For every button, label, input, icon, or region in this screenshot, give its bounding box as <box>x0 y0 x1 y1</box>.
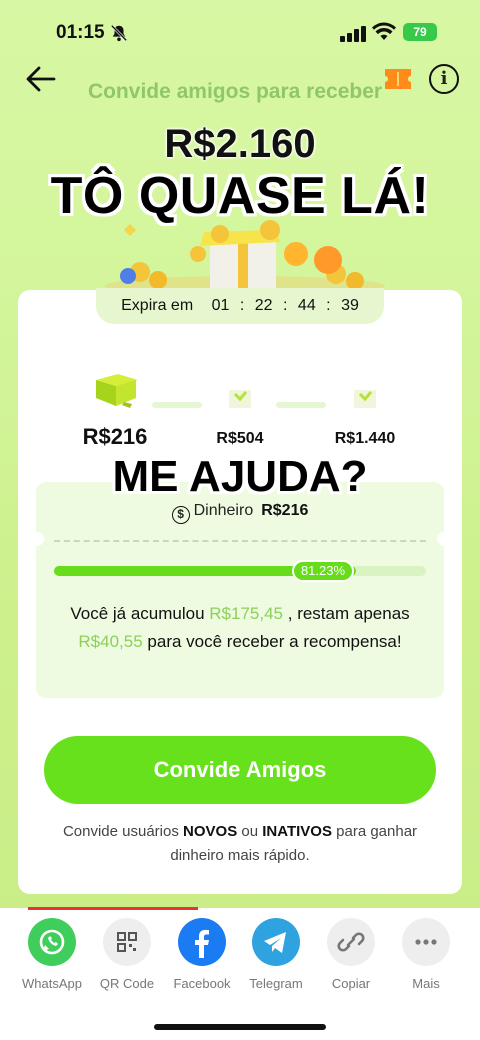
timer-minutes: 22 <box>254 297 273 314</box>
milestone-value-1: R$216 <box>82 424 148 449</box>
timer-separator: : <box>326 297 331 314</box>
dollar-coin-icon: $ <box>171 506 190 524</box>
progress-msg-prefix: Você já acumulou <box>70 604 205 623</box>
timer-centis: 39 <box>341 297 359 314</box>
share-whatsapp[interactable]: WhatsApp <box>14 918 90 991</box>
progress-badge: 81.23% <box>292 560 354 582</box>
bell-off-icon <box>110 24 128 42</box>
note-text: Convide usuários <box>62 823 179 840</box>
gift-box-illustration <box>105 220 385 294</box>
ticket-icon[interactable] <box>382 66 414 92</box>
panel-notch <box>437 532 451 546</box>
qr-code-icon <box>103 918 151 966</box>
milestone-value-2: R$504 <box>216 430 264 447</box>
share-label: Copiar <box>331 976 371 991</box>
timer-seconds: 44 <box>297 297 316 314</box>
signal-icon <box>340 26 366 42</box>
accumulated-amount: R$175,45 <box>209 604 284 623</box>
share-label: Mais <box>412 976 440 991</box>
share-facebook[interactable]: Facebook <box>164 918 240 991</box>
telegram-icon <box>252 918 300 966</box>
cash-row: $ Dinheiro R$216 <box>0 502 480 524</box>
timer-separator: : <box>239 297 245 314</box>
progress-msg-mid: , restam apenas <box>287 604 410 623</box>
progress-msg-suffix: para você receber a recompensa! <box>147 632 402 651</box>
milestone-value-3: R$1.440 <box>334 430 396 447</box>
overlay-caption: ME AJUDA? <box>112 452 368 501</box>
note-or: ou <box>241 823 259 840</box>
screen: 01:15 79 Convide amigos para receber i R… <box>0 0 480 1040</box>
expiry-label: Expira em <box>121 297 194 314</box>
milestone-connector <box>276 402 326 408</box>
page-title: Convide amigos para receber <box>87 80 383 103</box>
milestone-gift-3-icon <box>354 390 376 408</box>
share-more[interactable]: Mais <box>388 918 464 991</box>
home-indicator <box>154 1024 326 1030</box>
status-time: 01:15 <box>56 22 105 43</box>
status-bar: 01:15 79 <box>0 0 480 60</box>
red-strip <box>28 907 198 910</box>
battery-indicator: 79 <box>403 23 437 41</box>
share-copy-link[interactable]: Copiar <box>313 918 389 991</box>
back-arrow-icon[interactable] <box>24 62 58 96</box>
note-new: NOVOS <box>183 823 238 840</box>
milestone-connector <box>152 402 202 408</box>
dashed-divider <box>54 540 426 542</box>
timer-separator: : <box>283 297 288 314</box>
expiry-timer: Expira em 01 : 22 : 44 : 39 <box>96 288 384 324</box>
milestone-gift-2-icon <box>229 390 251 408</box>
remaining-amount: R$40,55 <box>78 632 143 651</box>
link-icon <box>327 918 375 966</box>
invite-friends-button[interactable]: Convide Amigos <box>44 736 436 804</box>
facebook-icon <box>178 918 226 966</box>
timer-hours: 01 <box>211 297 230 314</box>
share-label: QR Code <box>99 976 155 991</box>
share-qr-code[interactable]: QR Code <box>89 918 165 991</box>
headline-amount: R$2.160 <box>164 122 316 166</box>
share-label: Telegram <box>249 976 303 991</box>
invite-note: Convide usuários NOVOS ou INATIVOS para … <box>36 820 444 868</box>
milestone-gift-1-icon <box>96 374 138 408</box>
share-label: WhatsApp <box>22 976 82 991</box>
panel-notch <box>30 532 44 546</box>
share-label: Facebook <box>173 976 231 991</box>
whatsapp-icon <box>28 918 76 966</box>
cash-amount: R$216 <box>261 502 309 519</box>
note-inactive: INATIVOS <box>262 823 332 840</box>
info-icon[interactable]: i <box>429 64 459 94</box>
share-telegram[interactable]: Telegram <box>238 918 314 991</box>
more-icon <box>402 918 450 966</box>
wifi-icon <box>372 22 396 40</box>
cash-label: Dinheiro <box>193 502 254 519</box>
progress-message: Você já acumulou R$175,45 , restam apena… <box>60 600 420 656</box>
